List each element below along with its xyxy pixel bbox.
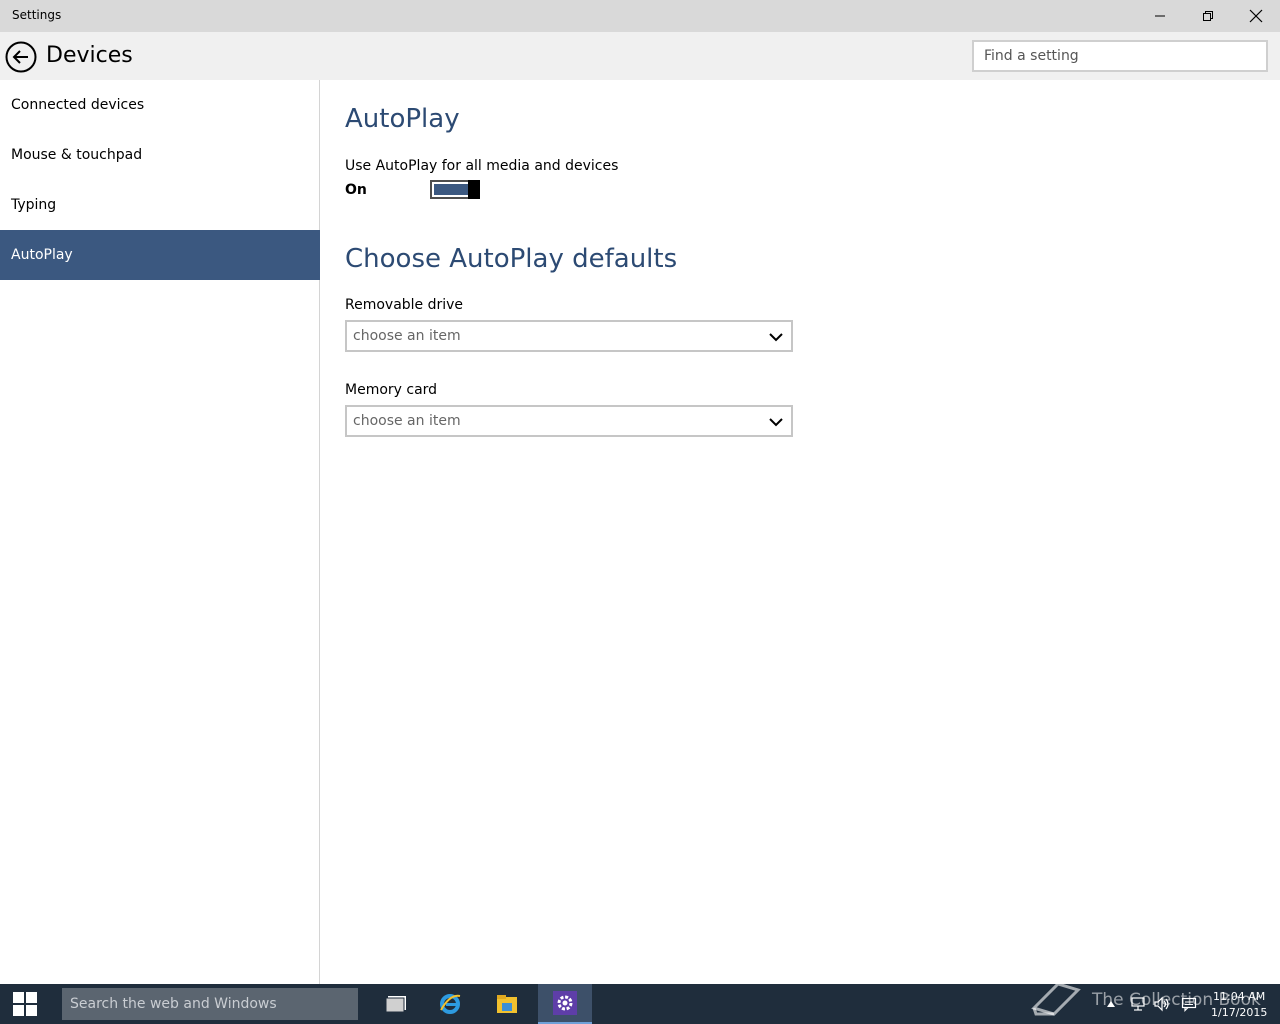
- message-icon: [1181, 997, 1197, 1012]
- memory-card-select[interactable]: choose an item: [345, 405, 793, 437]
- chevron-up-icon: [1107, 1001, 1115, 1007]
- folder-icon: [497, 995, 517, 1013]
- internet-explorer-icon: [440, 994, 461, 1014]
- defaults-heading: Choose AutoPlay defaults: [345, 244, 678, 274]
- sidebar-item-connected-devices[interactable]: Connected devices: [0, 80, 320, 130]
- close-button[interactable]: [1233, 0, 1279, 32]
- sidebar: Connected devices Mouse & touchpad Typin…: [0, 80, 320, 984]
- show-hidden-icons-button[interactable]: [1102, 984, 1120, 1024]
- autoplay-heading: AutoPlay: [345, 104, 460, 134]
- restore-button[interactable]: [1185, 0, 1231, 32]
- minimize-button[interactable]: [1137, 0, 1183, 32]
- network-icon: [1131, 997, 1145, 1011]
- restore-icon: [1203, 11, 1213, 21]
- toggle-thumb: [468, 180, 480, 199]
- chevron-down-icon: [769, 418, 783, 427]
- chevron-down-icon: [769, 333, 783, 342]
- page-title: Devices: [46, 43, 133, 68]
- taskbar-search-box[interactable]: Search the web and Windows: [62, 988, 358, 1020]
- removable-drive-label: Removable drive: [345, 297, 464, 313]
- settings-header: Devices: [0, 32, 1280, 80]
- find-setting-input[interactable]: [972, 40, 1268, 72]
- taskbar: Search the web and Windows The Collectio…: [0, 982, 1280, 1024]
- book-watermark-icon: [1028, 976, 1084, 1016]
- volume-button[interactable]: [1152, 984, 1172, 1024]
- task-view-button[interactable]: [371, 984, 421, 1024]
- select-value: choose an item: [353, 328, 461, 344]
- window-title: Settings: [12, 8, 62, 22]
- start-button[interactable]: [0, 984, 50, 1024]
- toggle-fill: [434, 184, 468, 195]
- title-bar: Settings: [0, 0, 1280, 32]
- back-button[interactable]: [5, 41, 37, 73]
- action-center-button[interactable]: [1179, 984, 1199, 1024]
- network-button[interactable]: [1128, 984, 1148, 1024]
- sidebar-item-typing[interactable]: Typing: [0, 180, 320, 230]
- sidebar-item-autoplay[interactable]: AutoPlay: [0, 230, 320, 280]
- internet-explorer-button[interactable]: [425, 984, 475, 1024]
- back-arrow-icon: [5, 41, 37, 73]
- autoplay-toggle-label: Use AutoPlay for all media and devices: [345, 158, 619, 174]
- windows-logo-icon: [13, 992, 37, 1016]
- gear-icon: [553, 991, 577, 1015]
- close-icon: [1249, 9, 1263, 23]
- clock-date[interactable]: 1/17/2015: [1211, 1006, 1267, 1019]
- settings-app-button[interactable]: [538, 984, 592, 1024]
- select-value: choose an item: [353, 413, 461, 429]
- clock-time[interactable]: 11:04 AM: [1213, 990, 1265, 1003]
- sidebar-item-mouse-touchpad[interactable]: Mouse & touchpad: [0, 130, 320, 180]
- task-view-icon: [385, 996, 406, 1013]
- minimize-icon: [1155, 15, 1165, 17]
- speaker-icon: [1154, 996, 1169, 1012]
- autoplay-toggle[interactable]: [430, 180, 480, 199]
- memory-card-label: Memory card: [345, 382, 438, 398]
- toggle-state-text: On: [345, 182, 367, 198]
- file-explorer-button[interactable]: [482, 984, 532, 1024]
- removable-drive-select[interactable]: choose an item: [345, 320, 793, 352]
